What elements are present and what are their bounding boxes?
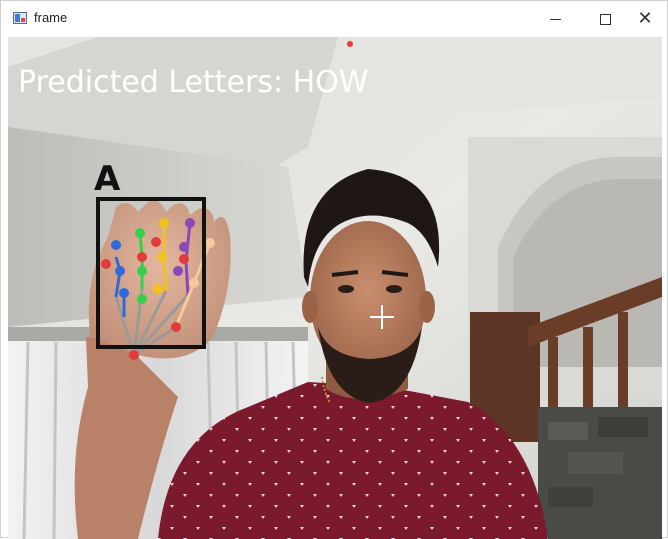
stone [598, 417, 648, 437]
minimize-button[interactable] [535, 1, 575, 37]
stone [548, 422, 588, 440]
camera-frame: Predicted Letters: HOW A [8, 37, 662, 539]
landmark-point [135, 228, 145, 238]
stone [568, 452, 623, 474]
landmark-point [137, 294, 147, 304]
landmark-point [159, 218, 169, 228]
close-icon: ✕ [637, 8, 653, 29]
landmark-point [185, 218, 195, 228]
maximize-button[interactable] [585, 1, 625, 37]
camera-feed: Predicted Letters: HOW A [8, 37, 662, 539]
app-window: frame ✕ Predicted Letters: HOW A [0, 0, 668, 539]
landmark-point [137, 252, 147, 262]
landmark-point [173, 266, 183, 276]
landmark-point [179, 242, 189, 252]
landmark-point [205, 238, 215, 248]
right-ear [419, 291, 435, 323]
railing-baluster [548, 337, 558, 417]
landmark-point [179, 254, 189, 264]
landmark-point [171, 322, 181, 332]
landmark-point [151, 237, 161, 247]
close-button[interactable]: ✕ [625, 1, 665, 37]
left-eye [338, 285, 354, 293]
minimize-icon [549, 18, 561, 20]
landmark-point [119, 288, 129, 298]
landmark-point [189, 278, 199, 288]
ceiling-light [347, 41, 353, 47]
predicted-letters-label: Predicted Letters: HOW [18, 65, 368, 100]
railing-baluster [618, 312, 628, 417]
left-ear [302, 291, 318, 323]
landmark-point [115, 266, 125, 276]
detected-sign-letter: A [94, 159, 121, 199]
landmark-point [101, 259, 111, 269]
wrist-landmark [129, 350, 139, 360]
landmark-point [137, 266, 147, 276]
stone [548, 487, 593, 507]
window-title: frame [34, 10, 68, 25]
window-app-icon [13, 12, 27, 24]
landmark-point [111, 240, 121, 250]
right-eye [386, 285, 402, 293]
title-bar[interactable]: frame ✕ [1, 1, 667, 37]
landmark-point [153, 284, 163, 294]
railing-baluster [583, 327, 593, 417]
maximize-icon [599, 13, 611, 25]
landmark-point [157, 252, 167, 262]
